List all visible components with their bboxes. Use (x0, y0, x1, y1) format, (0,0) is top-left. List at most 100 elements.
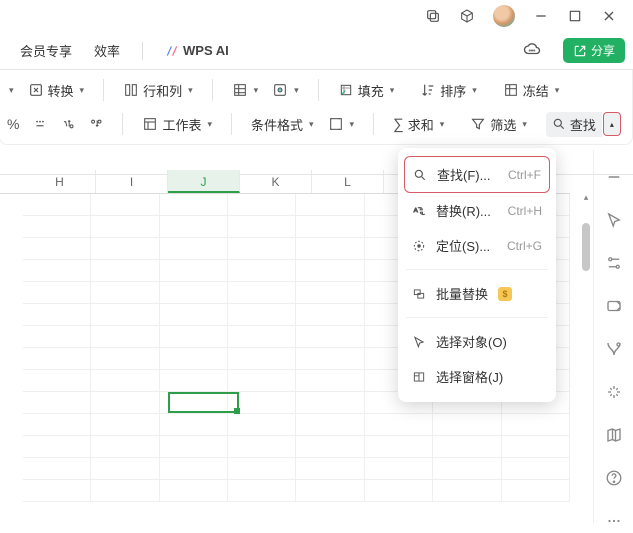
cell[interactable] (160, 260, 228, 282)
cell[interactable] (160, 304, 228, 326)
cell[interactable] (91, 436, 159, 458)
cell[interactable] (23, 436, 91, 458)
cell[interactable] (23, 216, 91, 238)
table-style-button[interactable]: ▾ (227, 79, 264, 101)
side-cursor-icon[interactable] (605, 211, 623, 232)
dropdown-generic[interactable]: ▾ (2, 82, 19, 99)
user-avatar[interactable] (493, 5, 515, 27)
convert-button[interactable]: 转换▾ (23, 78, 90, 103)
dd-goto[interactable]: 定位(S)... Ctrl+G (404, 228, 550, 263)
cell[interactable] (91, 194, 159, 216)
cell[interactable] (160, 216, 228, 238)
cell[interactable] (23, 480, 91, 502)
cell[interactable] (228, 238, 296, 260)
cell[interactable] (160, 392, 228, 414)
cell[interactable] (91, 238, 159, 260)
cloud-icon[interactable] (523, 40, 541, 61)
cell[interactable] (23, 260, 91, 282)
cell[interactable] (228, 436, 296, 458)
dd-select-objects[interactable]: 选择对象(O) (404, 324, 550, 359)
cell[interactable] (160, 194, 228, 216)
cell[interactable] (228, 216, 296, 238)
side-sparkle-icon[interactable] (605, 383, 623, 404)
cell[interactable] (228, 458, 296, 480)
cell[interactable] (160, 370, 228, 392)
fill-button[interactable]: 填充▾ (333, 78, 400, 103)
cell[interactable] (91, 326, 159, 348)
cell[interactable] (160, 436, 228, 458)
vertical-scrollbar[interactable]: ▴ (581, 192, 591, 472)
cell[interactable] (23, 304, 91, 326)
minimize-button[interactable] (533, 8, 549, 24)
menu-efficiency[interactable]: 效率 (94, 41, 120, 60)
cell[interactable] (91, 216, 159, 238)
cell[interactable] (23, 414, 91, 436)
cell[interactable] (160, 480, 228, 502)
column-header[interactable]: J (168, 170, 240, 193)
cell[interactable] (160, 326, 228, 348)
column-header[interactable]: K (240, 170, 312, 193)
sort-button[interactable]: 排序▾ (415, 78, 482, 103)
cell[interactable] (160, 414, 228, 436)
cell[interactable] (23, 238, 91, 260)
cell[interactable] (502, 458, 570, 480)
cell[interactable] (296, 238, 364, 260)
cell[interactable] (23, 194, 91, 216)
wps-ai-button[interactable]: WPS AI (165, 43, 229, 58)
cell[interactable] (296, 260, 364, 282)
percent-button[interactable]: % (2, 113, 24, 135)
dd-replace[interactable]: A 替换(R)... Ctrl+H (404, 193, 550, 228)
cell[interactable] (23, 370, 91, 392)
cell[interactable] (296, 216, 364, 238)
cell[interactable] (296, 436, 364, 458)
cell[interactable] (433, 436, 501, 458)
cell[interactable] (160, 282, 228, 304)
cell[interactable] (91, 282, 159, 304)
cell[interactable] (296, 370, 364, 392)
cell[interactable] (433, 414, 501, 436)
side-minus-icon[interactable] (605, 168, 623, 189)
cell[interactable] (365, 458, 433, 480)
side-settings-icon[interactable] (605, 254, 623, 275)
filter-button[interactable]: 筛选▾ (465, 112, 532, 137)
dec-decimal-button[interactable] (84, 114, 108, 134)
dd-batch-replace[interactable]: 批量替换 $ (404, 276, 550, 311)
cell[interactable] (23, 326, 91, 348)
cell[interactable] (160, 458, 228, 480)
cell[interactable] (502, 414, 570, 436)
cell[interactable] (91, 348, 159, 370)
borders-button[interactable]: ▾ (323, 113, 360, 135)
cell[interactable] (23, 282, 91, 304)
cell[interactable] (228, 260, 296, 282)
cell[interactable] (228, 194, 296, 216)
sum-button[interactable]: ∑ 求和▾ (388, 112, 449, 137)
dd-selection-pane[interactable]: 选择窗格(J) (404, 359, 550, 394)
format-cells-button[interactable]: ▾ (267, 79, 304, 101)
cell[interactable] (433, 458, 501, 480)
cell[interactable] (91, 260, 159, 282)
column-header[interactable]: H (24, 170, 96, 193)
cell[interactable] (228, 370, 296, 392)
cell[interactable] (296, 414, 364, 436)
side-help-icon[interactable] (605, 469, 623, 490)
cell[interactable] (296, 282, 364, 304)
cell[interactable] (91, 480, 159, 502)
cell[interactable] (433, 480, 501, 502)
cell[interactable] (365, 480, 433, 502)
column-header[interactable]: L (312, 170, 384, 193)
cell[interactable] (296, 326, 364, 348)
cell[interactable] (160, 238, 228, 260)
cell[interactable] (365, 414, 433, 436)
share-button[interactable]: 分享 (563, 38, 625, 63)
cell[interactable] (91, 304, 159, 326)
cell[interactable] (228, 414, 296, 436)
cell[interactable] (23, 348, 91, 370)
cell[interactable] (228, 304, 296, 326)
cell[interactable] (502, 436, 570, 458)
cell[interactable] (91, 392, 159, 414)
cell[interactable] (228, 348, 296, 370)
cell[interactable] (23, 392, 91, 414)
cell[interactable] (296, 348, 364, 370)
cell[interactable] (228, 282, 296, 304)
cell[interactable] (160, 348, 228, 370)
